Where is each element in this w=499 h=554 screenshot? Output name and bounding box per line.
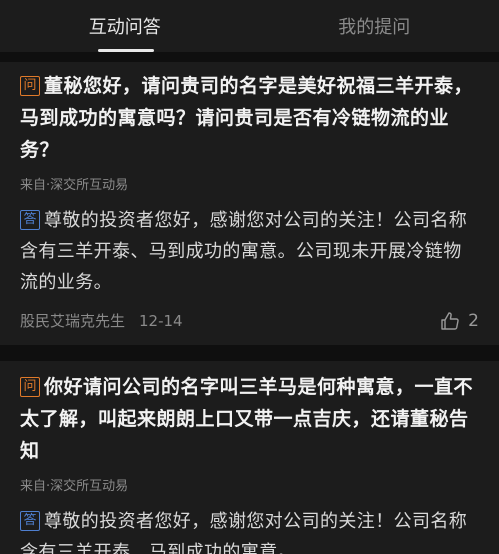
question-badge: 问 — [20, 76, 40, 96]
tab-interactive-qa[interactable]: 互动问答 — [0, 0, 250, 52]
answer-content: 尊敬的投资者您好，感谢您对公司的关注！公司名称含有三羊开泰、马到成功的寓意。 — [20, 511, 468, 554]
tab-bar: 互动问答 我的提问 — [0, 0, 499, 52]
question-source: 来自·深交所互动易 — [20, 178, 129, 193]
qa-card[interactable]: 问你好请问公司的名字叫三羊马是何种寓意，一直不太了解，叫起来朗朗上口又带一点吉庆… — [0, 361, 499, 554]
tab-my-questions[interactable]: 我的提问 — [250, 0, 499, 52]
answer-text: 答尊敬的投资者您好，感谢您对公司的关注！公司名称含有三羊开泰、马到成功的寓意。公… — [20, 205, 479, 298]
question-content: 董秘您好，请问贵司的名字是美好祝福三羊开泰，马到成功的寓意吗？请问贵司是否有冷链… — [20, 75, 474, 161]
question-text: 问董秘您好，请问贵司的名字是美好祝福三羊开泰，马到成功的寓意吗？请问贵司是否有冷… — [20, 70, 479, 166]
question-badge: 问 — [20, 377, 40, 397]
divider — [0, 52, 499, 62]
like-count: 2 — [468, 310, 479, 331]
question-text: 问你好请问公司的名字叫三羊马是何种寓意，一直不太了解，叫起来朗朗上口又带一点吉庆… — [20, 371, 479, 467]
author-name[interactable]: 股民艾瑞克先生 — [20, 310, 125, 331]
qa-card[interactable]: 问董秘您好，请问贵司的名字是美好祝福三羊开泰，马到成功的寓意吗？请问贵司是否有冷… — [0, 62, 499, 345]
question-source: 来自·深交所互动易 — [20, 479, 129, 494]
answer-badge: 答 — [20, 511, 40, 531]
question-content: 你好请问公司的名字叫三羊马是何种寓意，一直不太了解，叫起来朗朗上口又带一点吉庆，… — [20, 376, 474, 462]
card-gap — [0, 345, 499, 361]
answer-badge: 答 — [20, 210, 40, 230]
answer-text: 答尊敬的投资者您好，感谢您对公司的关注！公司名称含有三羊开泰、马到成功的寓意。 — [20, 506, 479, 554]
qa-page: 互动问答 我的提问 问董秘您好，请问贵司的名字是美好祝福三羊开泰，马到成功的寓意… — [0, 0, 499, 554]
like-button[interactable]: 2 — [440, 311, 479, 331]
active-tab-indicator — [98, 49, 154, 52]
post-date: 12-14 — [139, 311, 183, 330]
thumbs-up-icon — [441, 311, 459, 330]
card-footer: 股民艾瑞克先生 12-14 2 — [20, 310, 479, 331]
answer-content: 尊敬的投资者您好，感谢您对公司的关注！公司名称含有三羊开泰、马到成功的寓意。公司… — [20, 210, 468, 293]
